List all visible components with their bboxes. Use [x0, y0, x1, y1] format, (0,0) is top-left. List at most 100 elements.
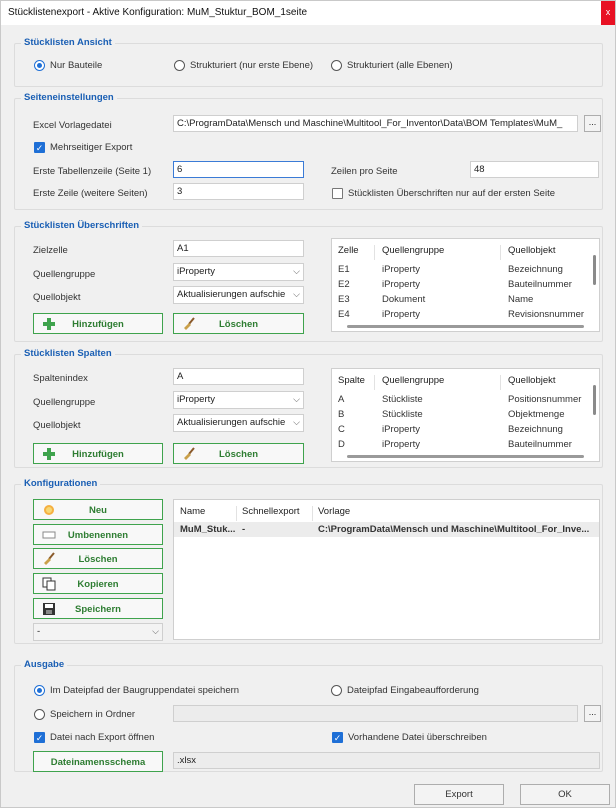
col-zelle: Zelle	[338, 245, 359, 256]
spalten-list-header: Spalte Quellengruppe Quellobjekt	[332, 369, 599, 391]
close-button[interactable]: x	[601, 1, 615, 25]
ordner-browse-button[interactable]: ...	[584, 705, 601, 722]
table-row[interactable]: MuM_Stuk... - C:\ProgramData\Mensch und …	[174, 522, 599, 537]
export-window: Stücklistenexport - Aktive Konfiguration…	[0, 0, 616, 808]
radio-strukturiert-erste[interactable]	[174, 60, 185, 71]
erste-zeile-label: Erste Zeile (weitere Seiten)	[33, 188, 148, 199]
table-row[interactable]: E3 Dokument Name	[332, 292, 599, 307]
group-ansicht-title: Stücklisten Ansicht	[21, 37, 115, 48]
konfig-list[interactable]: Name Schnellexport Vorlage MuM_Stuk... -…	[173, 499, 600, 640]
radio-ordner[interactable]	[34, 709, 45, 720]
ueberschreiben-checkbox[interactable]: ✓	[332, 732, 343, 743]
erste-zeile-input[interactable]: 3	[173, 183, 304, 200]
ueber-quellobjekt-label: Quellobjekt	[33, 292, 81, 303]
table-row[interactable]: E1 iProperty Bezeichnung	[332, 262, 599, 277]
konfig-kopieren-button[interactable]: Kopieren	[33, 573, 163, 594]
spalten-add-label: Hinzufügen	[72, 449, 124, 460]
konfig-dropdown[interactable]: - ⌵	[33, 623, 163, 641]
spalten-quellobjekt-select[interactable]: Aktualisierungen aufschie ⌵	[173, 414, 304, 432]
spalten-add-button[interactable]: Hinzufügen	[33, 443, 163, 464]
ok-button[interactable]: OK	[520, 784, 610, 805]
chevron-down-icon: ⌵	[293, 266, 300, 276]
group-konfigurationen: Konfigurationen Neu Umbenennen Löschen K…	[14, 478, 603, 644]
table-row[interactable]: C iProperty Bezeichnung	[332, 422, 599, 437]
table-row[interactable]: A Stückliste Positionsnummer	[332, 392, 599, 407]
group-konfig-title: Konfigurationen	[21, 478, 101, 489]
group-ansicht: Stücklisten Ansicht Nur Bauteile Struktu…	[14, 37, 603, 87]
dateinamensschema-input[interactable]: .xlsx	[173, 752, 600, 769]
group-seiteneinstellungen: Seiteneinstellungen Excel Vorlagedatei C…	[14, 92, 603, 210]
radio-strukturiert-alle[interactable]	[331, 60, 342, 71]
spaltenindex-label: Spaltenindex	[33, 373, 88, 384]
konfig-loeschen-label: Löschen	[78, 554, 118, 565]
excel-label: Excel Vorlagedatei	[33, 120, 112, 131]
radio-nur-bauteile[interactable]	[34, 60, 45, 71]
spalten-delete-label: Löschen	[218, 449, 259, 460]
ueberschreiben-label: Vorhandene Datei überschreiben	[348, 732, 487, 743]
col-vorlage: Vorlage	[318, 506, 351, 517]
erste-tabellenzeile-label: Erste Tabellenzeile (Seite 1)	[33, 166, 152, 177]
ueber-list[interactable]: Zelle Quellengruppe Quellobjekt E1 iProp…	[331, 238, 600, 332]
radio-nur-bauteile-label: Nur Bauteile	[50, 60, 103, 71]
spalten-delete-button[interactable]: Löschen	[173, 443, 304, 464]
oeffnen-label: Datei nach Export öffnen	[50, 732, 155, 743]
chevron-down-icon: ⌵	[293, 394, 300, 404]
konfig-neu-label: Neu	[89, 505, 107, 516]
vertical-scrollbar[interactable]	[593, 255, 596, 285]
radio-strukturiert-alle-label: Strukturiert (alle Ebenen)	[347, 60, 453, 71]
col-spalte: Spalte	[338, 375, 365, 386]
zeilen-pro-seite-input[interactable]: 48	[470, 161, 599, 178]
ueber-list-header: Zelle Quellengruppe Quellobjekt	[332, 239, 599, 261]
radio-baugruppenpfad[interactable]	[34, 685, 45, 696]
group-ausgabe: Ausgabe Im Dateipfad der Baugruppendatei…	[14, 659, 603, 772]
col-quellobjekt: Quellobjekt	[508, 245, 556, 256]
konfig-dropdown-value: -	[37, 626, 41, 637]
konfig-speichern-button[interactable]: Speichern	[33, 598, 163, 619]
radio-eingabeaufforderung-label: Dateipfad Eingabeaufforderung	[347, 685, 479, 696]
konfig-umbenennen-button[interactable]: Umbenennen	[33, 524, 163, 545]
erste-tabellenzeile-input[interactable]: 6	[173, 161, 304, 178]
spalten-quellgruppe-select[interactable]: iProperty ⌵	[173, 391, 304, 409]
group-ueberschriften: Stücklisten Überschriften Zielzelle A1 Q…	[14, 220, 603, 342]
ueber-quellobjekt-select[interactable]: Aktualisierungen aufschie ⌵	[173, 286, 304, 304]
konfig-umbenennen-label: Umbenennen	[67, 530, 129, 541]
spalten-list[interactable]: Spalte Quellengruppe Quellobjekt A Stück…	[331, 368, 600, 462]
vertical-scrollbar[interactable]	[593, 385, 596, 415]
table-row[interactable]: E4 iProperty Revisionsnummer	[332, 307, 599, 322]
spalten-quellgruppe-value: iProperty	[177, 394, 216, 405]
radio-strukturiert-erste-label: Strukturiert (nur erste Ebene)	[190, 60, 314, 71]
spalten-quellgruppe-label: Quellengruppe	[33, 397, 96, 408]
ueber-quellgruppe-value: iProperty	[177, 266, 216, 277]
ueber-add-label: Hinzufügen	[72, 319, 124, 330]
window-title: Stücklistenexport - Aktive Konfiguration…	[8, 7, 308, 18]
ueber-add-button[interactable]: Hinzufügen	[33, 313, 163, 334]
group-ueber-title: Stücklisten Überschriften	[21, 220, 143, 231]
ueber-quellgruppe-select[interactable]: iProperty ⌵	[173, 263, 304, 281]
ueber-delete-button[interactable]: Löschen	[173, 313, 304, 334]
ueber-quellgruppe-label: Quellengruppe	[33, 269, 96, 280]
ueber-quellobjekt-value: Aktualisierungen aufschie	[177, 289, 286, 300]
horizontal-scrollbar[interactable]	[347, 455, 584, 458]
col-quellobjekt: Quellobjekt	[508, 375, 556, 386]
radio-eingabeaufforderung[interactable]	[331, 685, 342, 696]
nur-erste-seite-checkbox[interactable]	[332, 188, 343, 199]
mehrseitig-checkbox[interactable]: ✓	[34, 142, 45, 153]
horizontal-scrollbar[interactable]	[347, 325, 584, 328]
spaltenindex-input[interactable]: A	[173, 368, 304, 385]
table-row[interactable]: E2 iProperty Bauteilnummer	[332, 277, 599, 292]
konfig-loeschen-button[interactable]: Löschen	[33, 548, 163, 569]
chevron-down-icon: ⌵	[152, 626, 159, 636]
chevron-down-icon: ⌵	[293, 417, 300, 428]
zielzelle-label: Zielzelle	[33, 245, 68, 256]
table-row[interactable]: B Stückliste Objektmenge	[332, 407, 599, 422]
konfig-neu-button[interactable]: Neu	[33, 499, 163, 520]
zielzelle-input[interactable]: A1	[173, 240, 304, 257]
ordner-input[interactable]	[173, 705, 578, 722]
radio-ordner-label: Speichern in Ordner	[50, 709, 136, 720]
excel-browse-button[interactable]: ...	[584, 115, 601, 132]
export-button[interactable]: Export	[414, 784, 504, 805]
table-row[interactable]: D iProperty Bauteilnummer	[332, 437, 599, 452]
dateinamensschema-button[interactable]: Dateinamensschema	[33, 751, 163, 772]
excel-path-input[interactable]: C:\ProgramData\Mensch und Maschine\Multi…	[173, 115, 578, 132]
oeffnen-checkbox[interactable]: ✓	[34, 732, 45, 743]
